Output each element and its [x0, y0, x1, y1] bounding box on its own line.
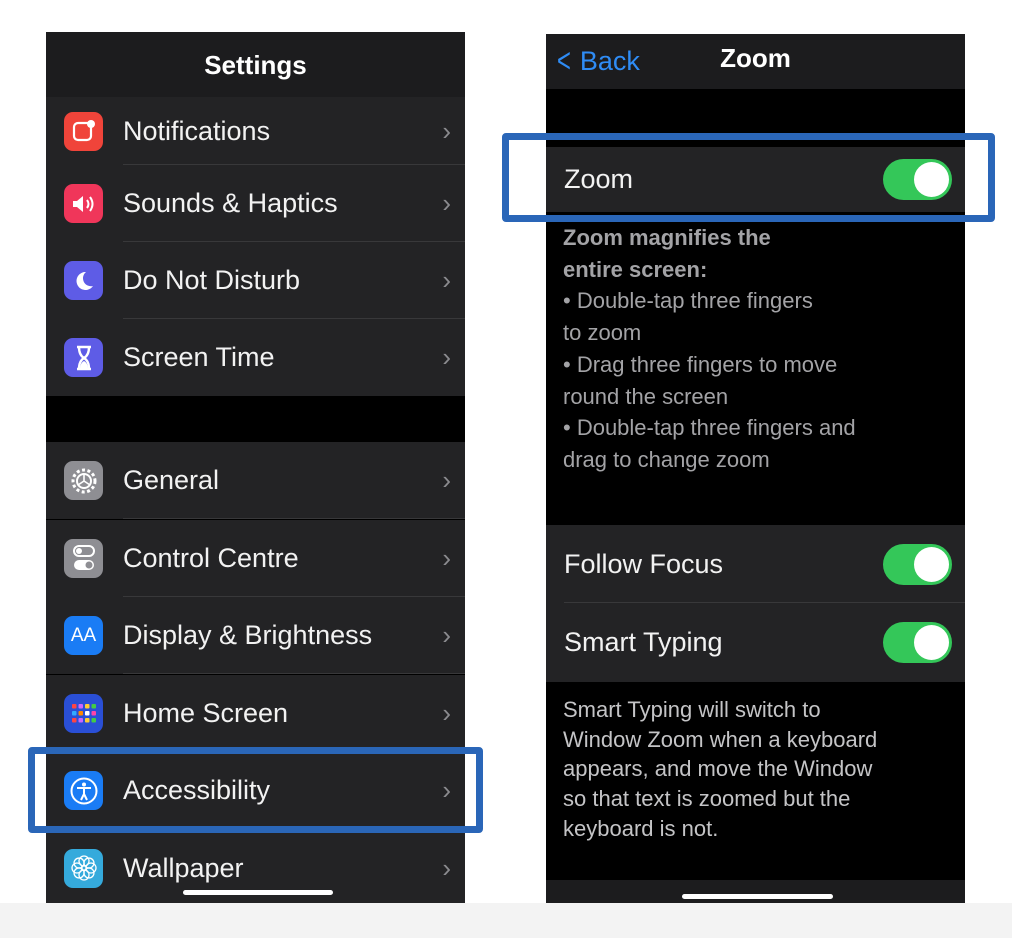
hourglass-icon: [64, 338, 103, 377]
smart-typing-row: Smart Typing: [546, 603, 965, 682]
row-label: Wallpaper: [123, 852, 244, 883]
row-label: Sounds & Haptics: [123, 188, 338, 218]
flower-icon: [64, 848, 103, 888]
settings-row-home-screen[interactable]: Home Screen ›: [46, 674, 465, 752]
footer-line: keyboard is not.: [563, 815, 719, 841]
settings-row-sounds-haptics[interactable]: Sounds & Haptics ›: [46, 165, 465, 242]
page-title: Zoom: [720, 43, 791, 73]
footer-line: to zoom: [563, 320, 642, 346]
chevron-right-icon: ›: [442, 542, 451, 573]
row-label: Do Not Disturb: [123, 265, 301, 295]
moon-icon: [64, 261, 103, 300]
row-label: General: [123, 465, 220, 495]
chevron-right-icon: ›: [442, 265, 451, 295]
smart-typing-label: Smart Typing: [564, 627, 723, 657]
footer-line: round the screen: [563, 383, 729, 409]
chevron-right-icon: ›: [442, 852, 451, 883]
switches-icon: [64, 538, 103, 578]
gear-icon: [64, 461, 103, 500]
follow-focus-toggle[interactable]: [883, 543, 952, 585]
footer-line: entire screen:: [563, 256, 708, 282]
page-bottom: [0, 903, 1012, 938]
footer-line: Smart Typing will switch to: [563, 697, 821, 722]
chevron-right-icon: ›: [442, 465, 451, 495]
highlight-accessibility: [28, 747, 483, 833]
chevron-right-icon: ›: [442, 188, 451, 218]
app-grid-icon: [64, 693, 103, 733]
settings-title: Settings: [46, 32, 465, 97]
footer-line: so that text is zoomed but the: [563, 786, 851, 812]
smart-typing-toggle[interactable]: [883, 622, 952, 663]
row-label: Screen Time: [123, 342, 275, 372]
footer-line: Window Zoom when a keyboard: [563, 726, 878, 752]
row-label: Control Centre: [123, 542, 299, 573]
follow-focus-row: Follow Focus: [546, 525, 965, 603]
speaker-icon: [64, 184, 103, 223]
row-label: Notifications: [123, 115, 271, 146]
footer-line: • Double-tap three fingers and: [563, 415, 856, 441]
smart-typing-footer: Smart Typing will switch to Window Zoom w…: [546, 695, 965, 844]
settings-row-notifications[interactable]: Notifications ›: [46, 97, 465, 165]
settings-row-do-not-disturb[interactable]: Do Not Disturb ›: [46, 242, 465, 319]
chevron-right-icon: ›: [442, 697, 451, 728]
chevron-right-icon: ›: [442, 115, 451, 146]
notifications-icon: [64, 111, 103, 151]
zoom-footer: Zoom magnifies the entire screen: • Doubl…: [546, 222, 965, 476]
row-label: Display & Brightness: [123, 620, 373, 650]
text-size-icon: AA: [64, 616, 103, 655]
home-indicator[interactable]: [682, 894, 833, 899]
follow-focus-label: Follow Focus: [564, 548, 724, 579]
footer-line: appears, and move the Window: [563, 756, 873, 782]
highlight-zoom-toggle: [502, 133, 995, 222]
footer-line: drag to change zoom: [563, 446, 770, 472]
footer-line: • Drag three fingers to move: [563, 351, 838, 377]
settings-row-screen-time[interactable]: Screen Time ›: [46, 319, 465, 396]
chevron-right-icon: ›: [442, 342, 451, 372]
footer-line: Zoom magnifies the: [563, 225, 771, 250]
settings-row-control-centre[interactable]: Control Centre ›: [46, 519, 465, 597]
chevron-right-icon: ›: [442, 620, 451, 650]
settings-row-general[interactable]: General ›: [46, 442, 465, 519]
row-label: Home Screen: [123, 697, 289, 728]
home-indicator[interactable]: [183, 890, 333, 895]
footer-line: • Double-tap three fingers: [563, 288, 813, 314]
settings-row-display-brightness[interactable]: AA Display & Brightness ›: [46, 597, 465, 674]
nav-bar: < Back Zoom: [546, 34, 965, 89]
